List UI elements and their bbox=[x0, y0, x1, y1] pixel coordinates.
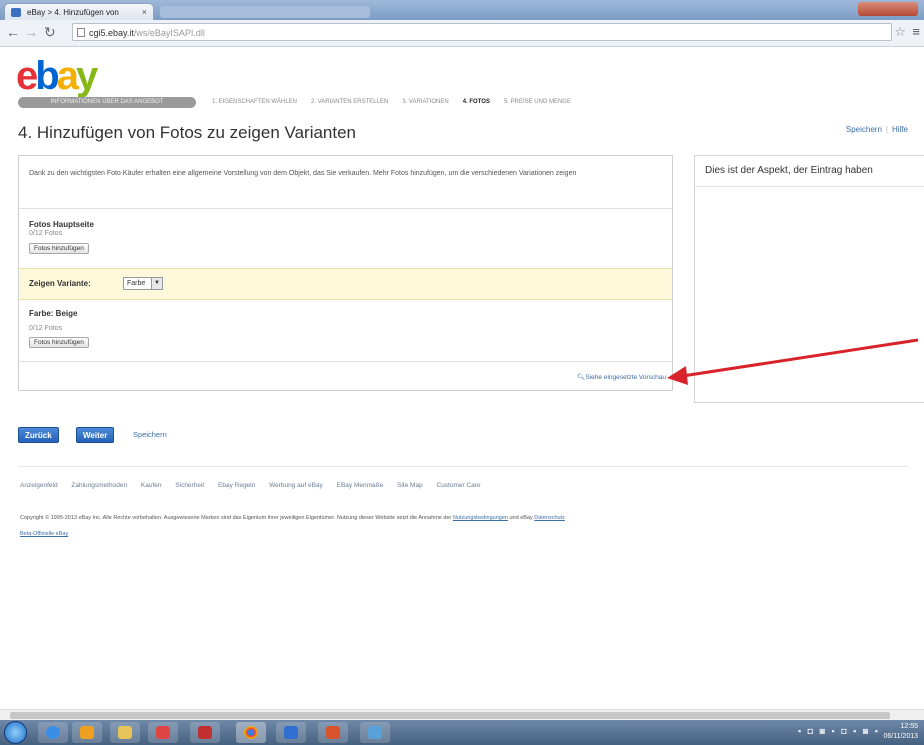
variant-select[interactable]: Farbe ▼ bbox=[123, 277, 163, 290]
top-links: Speichern | Hilfe bbox=[845, 125, 908, 134]
footer-link[interactable]: Kaufen bbox=[141, 482, 162, 489]
star-icon[interactable]: ☆ bbox=[894, 24, 906, 40]
step-5: 5. PREISE UND MENGE bbox=[503, 99, 571, 105]
browser-tabbar: eBay > 4. Hinzufügen von × bbox=[0, 0, 924, 20]
preview-title: Dies ist der Aspekt, der Eintrag haben bbox=[705, 165, 873, 176]
address-host: cgi5.ebay.it bbox=[89, 28, 134, 38]
save-link[interactable]: Speichern bbox=[846, 125, 882, 134]
browser-toolbar: ← → ↻ cgi5.ebay.it/ws/eBayISAPI.dll ☆ ≡ bbox=[0, 20, 924, 47]
privacy-link[interactable]: Datenschutz bbox=[534, 515, 565, 521]
tab-close-icon[interactable]: × bbox=[142, 4, 147, 20]
main-photos-title: Fotos Hauptseite bbox=[29, 220, 94, 229]
progress-steps: 1. EIGENSCHAFTEN WÄHLEN 2. VARIANTEN ERS… bbox=[212, 97, 571, 108]
footer-link[interactable]: Sicherheit bbox=[175, 482, 204, 489]
page-title: 4. Hinzufügen von Fotos zu zeigen Varian… bbox=[18, 123, 357, 142]
step-2: 2. VARIANTEN ERSTELLEN bbox=[311, 99, 389, 105]
back-button[interactable]: Zurück bbox=[18, 427, 59, 443]
footer-link[interactable]: Customer Care bbox=[437, 482, 481, 489]
preview-link-label: Siehe eingesetzte Vorschau bbox=[585, 374, 666, 381]
preview-panel: Dies ist der Aspekt, der Eintrag haben bbox=[694, 155, 924, 403]
help-link[interactable]: Hilfe bbox=[892, 125, 908, 134]
variant-select-value: Farbe bbox=[127, 280, 146, 287]
step-1: 1. EIGENSCHAFTEN WÄHLEN bbox=[212, 99, 298, 105]
clock-date: 06/11/2013 bbox=[883, 733, 918, 740]
word-taskbar-icon[interactable] bbox=[276, 722, 306, 743]
back-icon[interactable]: ← bbox=[6, 24, 20, 40]
photos-panel: Dank zu den wichtigsten Foto Käufer erha… bbox=[18, 155, 673, 391]
step-4-active: 4. FOTOS bbox=[462, 99, 490, 105]
next-button[interactable]: Weiter bbox=[76, 427, 115, 443]
page-icon bbox=[77, 28, 85, 37]
address-path: /ws/eBayISAPI.dll bbox=[133, 28, 205, 38]
system-tray[interactable]: ▪ ◘ ◙ ▪ ◘ ▪ ◙ ▪ bbox=[798, 726, 880, 736]
ie-taskbar-icon[interactable] bbox=[38, 722, 68, 743]
footer-divider bbox=[18, 466, 908, 467]
clock-time: 12:55 bbox=[900, 723, 918, 730]
copyright-text: Copyright © 1995-2013 eBay Inc. Alle Rec… bbox=[20, 515, 565, 521]
window-controls[interactable] bbox=[858, 2, 918, 16]
start-button-icon[interactable] bbox=[4, 721, 27, 744]
ebay-favicon-icon bbox=[11, 8, 21, 17]
powerpoint-taskbar-icon[interactable] bbox=[318, 722, 348, 743]
preview-header: Dies ist der Aspekt, der Eintrag haben bbox=[695, 156, 924, 187]
preview-link[interactable]: 🔍︎Siehe eingesetzte Vorschau bbox=[577, 373, 666, 381]
color-title: Farbe: Beige bbox=[29, 309, 78, 318]
chevron-down-icon: ▼ bbox=[151, 278, 162, 289]
footer-link[interactable]: Werbung auf eBay bbox=[269, 482, 323, 489]
add-color-photos-button[interactable]: Fotos hinzufügen bbox=[29, 337, 89, 348]
footer-link[interactable]: Site Map bbox=[397, 482, 423, 489]
explorer-taskbar-icon[interactable] bbox=[110, 722, 140, 743]
info-text: Dank zu den wichtigsten Foto Käufer erha… bbox=[29, 170, 577, 177]
color-photos-count: 0/12 Fotos bbox=[29, 325, 63, 332]
add-main-photos-button[interactable]: Fotos hinzufügen bbox=[29, 243, 89, 254]
scrollbar-thumb[interactable] bbox=[10, 712, 890, 719]
clock[interactable]: 12:55 06/11/2013 bbox=[883, 722, 918, 742]
footer-link[interactable]: Anzeigenfeld bbox=[20, 482, 58, 489]
main-photos-count: 0/12 Fotos bbox=[29, 230, 63, 237]
forward-icon[interactable]: → bbox=[24, 24, 38, 40]
footer-links: Anzeigenfeld Zahlungsmethoden Kaufen Sic… bbox=[20, 482, 493, 489]
variant-row: Zeigen Variante: Farbe ▼ bbox=[19, 268, 672, 300]
windows-taskbar: ▪ ◘ ◙ ▪ ◘ ▪ ◙ ▪ 12:55 06/11/2013 bbox=[0, 720, 924, 745]
tab-title: eBay > 4. Hinzufügen von bbox=[27, 8, 119, 17]
divider bbox=[19, 208, 672, 209]
terms-link[interactable]: Nutzungsbedingungen bbox=[453, 515, 508, 521]
ebay-logo[interactable]: ebay bbox=[16, 54, 98, 98]
footer-link[interactable]: Zahlungsmethoden bbox=[71, 482, 127, 489]
progress-done-bar: INFORMATIONEN ÜBER DAS ANGEBOT bbox=[18, 97, 196, 108]
menu-icon[interactable]: ≡ bbox=[912, 24, 920, 39]
address-bar[interactable]: cgi5.ebay.it/ws/eBayISAPI.dll bbox=[72, 23, 892, 41]
reload-icon[interactable]: ↻ bbox=[44, 24, 56, 41]
browser-tab-ebay[interactable]: eBay > 4. Hinzufügen von × bbox=[4, 3, 154, 20]
app-taskbar-icon[interactable] bbox=[190, 722, 220, 743]
divider bbox=[19, 361, 672, 362]
chrome-taskbar-icon[interactable] bbox=[236, 722, 266, 743]
beta-link[interactable]: Beta-Offizielle eBay bbox=[20, 531, 68, 537]
save-draft-link[interactable]: Speichern bbox=[133, 430, 167, 439]
footer-link[interactable]: EBay Menmaße bbox=[337, 482, 384, 489]
browser-tab-other[interactable] bbox=[160, 6, 370, 18]
media-taskbar-icon[interactable] bbox=[148, 722, 178, 743]
footer-link[interactable]: Ebay Regeln bbox=[218, 482, 255, 489]
variant-label: Zeigen Variante: bbox=[29, 279, 91, 288]
network-taskbar-icon[interactable] bbox=[360, 722, 390, 743]
outlook-taskbar-icon[interactable] bbox=[72, 722, 102, 743]
step-3: 3. VARIATIONEN bbox=[402, 99, 449, 105]
